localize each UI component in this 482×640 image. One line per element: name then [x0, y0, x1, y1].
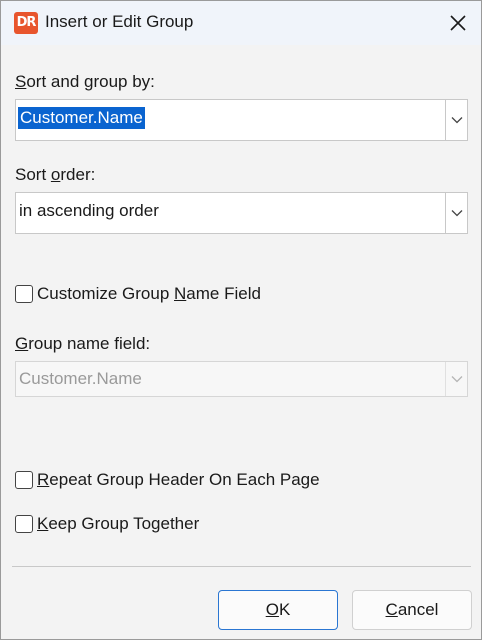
sort-group-combobox[interactable]: Customer.Name: [15, 99, 468, 141]
sort-order-dropdown-button[interactable]: [445, 193, 467, 233]
ok-button[interactable]: OK: [218, 590, 338, 630]
keep-group-together-label: Keep Group Together: [37, 514, 200, 533]
insert-edit-group-dialog: DR Insert or Edit Group Sort and group b…: [0, 0, 482, 640]
sort-group-value: Customer.Name: [18, 107, 145, 129]
customize-group-name-label: Customize Group Name Field: [37, 284, 261, 303]
customize-group-name-checkbox-row[interactable]: Customize Group Name Field: [15, 283, 261, 305]
chevron-down-icon: [451, 117, 462, 124]
sort-order-label: Sort order:: [15, 165, 96, 184]
app-logo-icon: DR: [14, 12, 38, 34]
group-name-field-combobox: Customer.Name: [15, 361, 468, 397]
chevron-down-icon: [451, 210, 462, 217]
repeat-group-header-label: Repeat Group Header On Each Page: [37, 470, 320, 489]
footer-divider: [12, 566, 471, 567]
group-name-field-value: Customer.Name: [19, 369, 142, 388]
title-bar: DR Insert or Edit Group: [1, 1, 481, 45]
close-icon: [450, 15, 466, 31]
sort-order-value: in ascending order: [19, 201, 159, 220]
cancel-button[interactable]: Cancel: [352, 590, 472, 630]
close-button[interactable]: [435, 1, 481, 45]
group-name-field-dropdown-button: [445, 362, 467, 396]
keep-group-together-checkbox[interactable]: [15, 515, 33, 533]
sort-group-dropdown-button[interactable]: [445, 100, 467, 140]
sort-order-combobox[interactable]: in ascending order: [15, 192, 468, 234]
dialog-content: Sort and group by: Customer.Name Sort or…: [1, 45, 481, 639]
sort-group-label: Sort and group by:: [15, 72, 155, 91]
customize-group-name-checkbox[interactable]: [15, 285, 33, 303]
chevron-down-icon: [451, 376, 462, 383]
repeat-group-header-checkbox-row[interactable]: Repeat Group Header On Each Page: [15, 469, 320, 491]
dialog-title: Insert or Edit Group: [45, 12, 194, 31]
keep-group-together-checkbox-row[interactable]: Keep Group Together: [15, 513, 199, 535]
group-name-field-label: Group name field:: [15, 334, 151, 353]
repeat-group-header-checkbox[interactable]: [15, 471, 33, 489]
